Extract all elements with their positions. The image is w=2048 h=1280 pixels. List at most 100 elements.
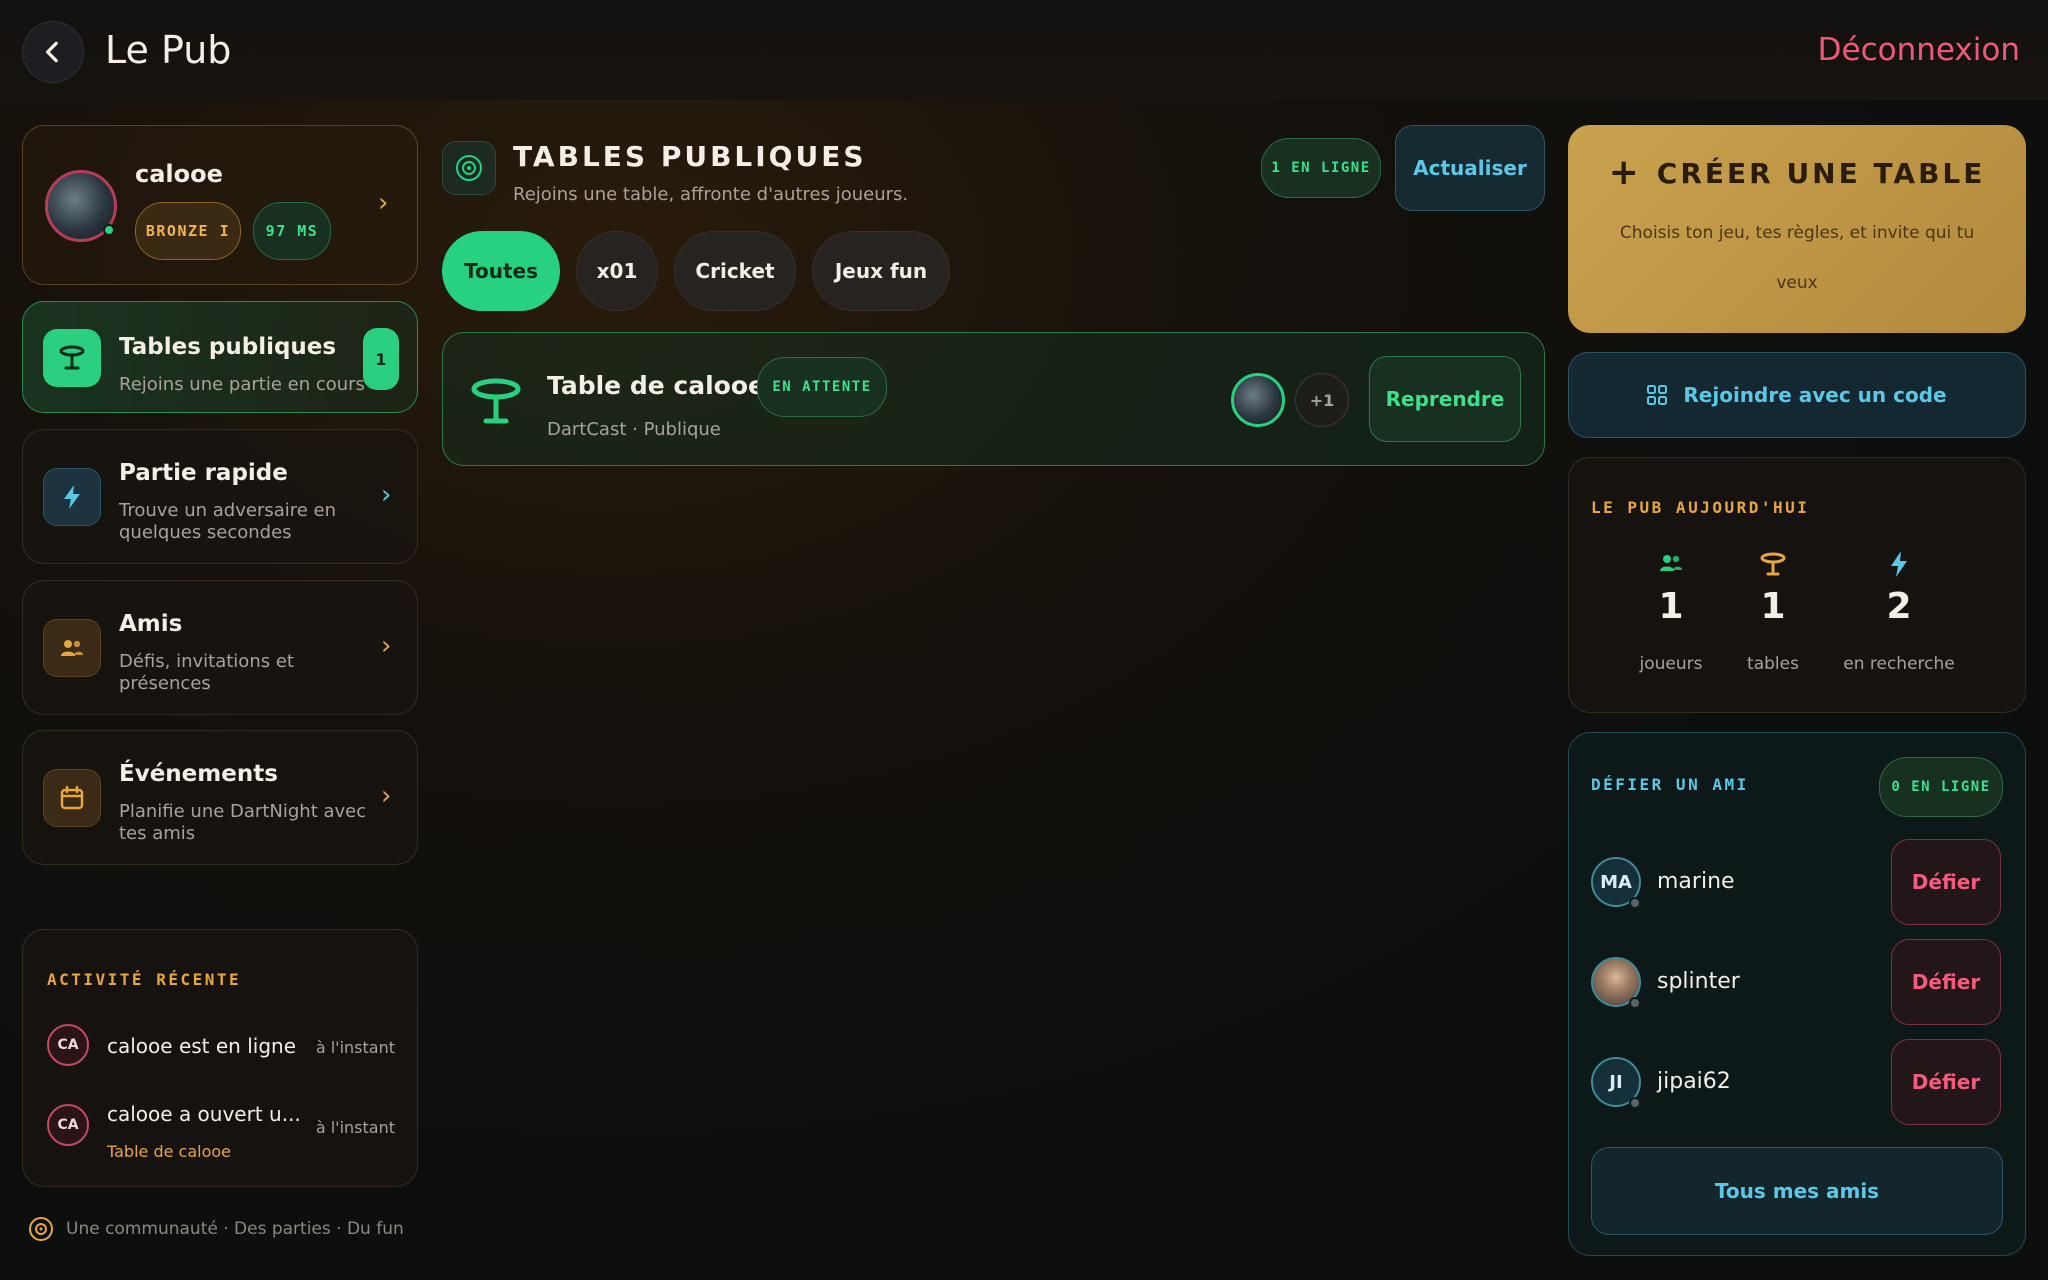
challenge-button[interactable]: Défier	[1891, 1039, 2001, 1125]
activity-link[interactable]: Table de calooe	[107, 1142, 231, 1161]
section-subtitle: Rejoins une table, affronte d'autres jou…	[513, 184, 909, 205]
challenge-button[interactable]: Défier	[1891, 839, 2001, 925]
avatar: CA	[47, 1024, 89, 1066]
stat-value: 2	[1886, 586, 1912, 627]
table-icon-container	[43, 329, 101, 387]
status-dot	[1629, 1097, 1641, 1109]
stat-value: 1	[1760, 586, 1786, 627]
sidebar-item-events[interactable]: Événements Planifie une DartNight avec t…	[22, 730, 418, 865]
online-badge: 0 EN LIGNE	[1879, 757, 2003, 817]
lightning-icon-container	[43, 468, 101, 526]
recent-activity-panel: ACTIVITÉ RÉCENTE CA calooe est en ligne …	[22, 929, 418, 1187]
filter-cricket[interactable]: Cricket	[674, 231, 796, 311]
online-indicator	[103, 224, 115, 236]
filter-x01[interactable]: x01	[576, 231, 658, 311]
stat-label: en recherche	[1843, 654, 1955, 674]
chevron-right-icon: ›	[381, 480, 392, 510]
ping-badge: 97 MS	[253, 202, 331, 260]
target-icon-container	[442, 141, 496, 195]
activity-time: à l'instant	[315, 1038, 395, 1057]
player-avatar	[1231, 373, 1285, 427]
activity-text: calooe est en ligne	[107, 1034, 296, 1058]
friends-icon-container	[43, 619, 101, 677]
sidebar-item-title: Partie rapide	[119, 460, 288, 486]
sidebar-item-subtitle: Planifie une DartNight avec	[119, 801, 367, 822]
create-table-desc: veux	[1776, 273, 1818, 293]
count-badge: 1	[363, 328, 399, 390]
table-app: DartCast	[547, 419, 627, 440]
create-table-title-row: + CRÉER UNE TABLE	[1568, 155, 2026, 191]
stat-label: tables	[1747, 654, 1799, 674]
top-bar	[0, 0, 2048, 100]
join-code-label: Rejoindre avec un code	[1683, 383, 1947, 407]
sidebar-item-subtitle: Trouve un adversaire en	[119, 500, 337, 521]
profile-username: calooe	[135, 160, 223, 188]
profile-card[interactable]: calooe BRONZE I 97 MS ›	[22, 125, 418, 285]
grid-icon	[1647, 385, 1668, 405]
chevron-right-icon: ›	[378, 188, 389, 218]
activity-time: à l'instant	[315, 1118, 395, 1137]
calendar-icon-container	[43, 769, 101, 827]
chevron-right-icon: ›	[381, 781, 392, 811]
section-title: DÉFIER UN AMI	[1591, 775, 1749, 794]
join-code-button[interactable]: Rejoindre avec un code	[1568, 352, 2026, 438]
table-row[interactable]: Table de calooe EN ATTENTE DartCast · Pu…	[442, 332, 1545, 466]
status-dot	[1629, 897, 1641, 909]
sidebar-item-title: Tables publiques	[119, 334, 337, 360]
section-title: ACTIVITÉ RÉCENTE	[47, 970, 242, 989]
calendar-icon	[60, 785, 84, 810]
plus-icon: +	[1608, 152, 1639, 193]
sidebar-item-quick-match[interactable]: Partie rapide Trouve un adversaire en qu…	[22, 429, 418, 564]
chevron-right-icon: ›	[381, 631, 392, 661]
sidebar-item-subtitle: présences	[119, 673, 211, 694]
challenge-button[interactable]: Défier	[1891, 939, 2001, 1025]
table-icon	[1760, 552, 1786, 576]
users-icon	[61, 640, 83, 656]
section-title: LE PUB AUJOURD'HUI	[1591, 498, 1810, 517]
footer-tagline: Une communauté · Des parties · Du fun	[66, 1219, 404, 1239]
challenge-friend-panel: DÉFIER UN AMI 0 EN LIGNE MA marine Défie…	[1568, 732, 2026, 1256]
logout-link[interactable]: Déconnexion	[1818, 32, 2020, 68]
back-button[interactable]	[22, 21, 84, 83]
filter-all[interactable]: Toutes	[442, 231, 560, 311]
sidebar-item-subtitle: tes amis	[119, 823, 196, 844]
page-title: Le Pub	[105, 28, 232, 72]
friend-name: marine	[1657, 869, 1735, 894]
create-table-title: CRÉER UNE TABLE	[1656, 156, 1986, 190]
sidebar-item-public-tables[interactable]: Tables publiques Rejoins une partie en c…	[22, 301, 418, 413]
sidebar-item-title: Événements	[119, 761, 278, 787]
target-icon	[456, 155, 482, 181]
sidebar-item-subtitle: quelques secondes	[119, 522, 292, 543]
separator: ·	[632, 419, 644, 440]
section-title: TABLES PUBLIQUES	[513, 140, 867, 173]
avatar: CA	[47, 1104, 89, 1146]
table-icon	[59, 345, 85, 370]
sidebar-item-subtitle: Défis, invitations et	[119, 651, 294, 672]
lightning-icon	[64, 485, 80, 509]
sidebar-item-subtitle: Rejoins une partie en cours	[119, 374, 365, 395]
rank-badge: BRONZE I	[135, 202, 241, 260]
lightning-icon	[1891, 551, 1907, 577]
sidebar-item-friends[interactable]: Amis Défis, invitations et présences ›	[22, 580, 418, 715]
status-dot	[1629, 997, 1641, 1009]
all-friends-button[interactable]: Tous mes amis	[1591, 1147, 2003, 1235]
pub-today-panel: LE PUB AUJOURD'HUI 1 joueurs 1 tables 2 …	[1568, 457, 2026, 713]
users-icon	[1660, 555, 1682, 571]
resume-button[interactable]: Reprendre	[1369, 356, 1521, 442]
friend-name: splinter	[1657, 969, 1740, 994]
footer: Une communauté · Des parties · Du fun	[28, 1216, 404, 1242]
target-icon	[29, 1217, 53, 1241]
stat-value: 1	[1658, 586, 1684, 627]
table-visibility: Publique	[643, 419, 721, 440]
create-table-desc: Choisis ton jeu, tes règles, et invite q…	[1619, 223, 1975, 243]
sidebar-item-title: Amis	[119, 611, 183, 637]
friend-name: jipai62	[1657, 1069, 1731, 1094]
chevron-left-icon	[45, 41, 58, 63]
filter-fun-games[interactable]: Jeux fun	[812, 231, 950, 311]
refresh-button[interactable]: Actualiser	[1395, 125, 1545, 211]
online-badge: 1 EN LIGNE	[1261, 138, 1381, 198]
create-table-button[interactable]: + CRÉER UNE TABLE Choisis ton jeu, tes r…	[1568, 125, 2026, 333]
extra-players-badge: +1	[1295, 373, 1349, 427]
table-icon	[471, 378, 521, 424]
status-badge: EN ATTENTE	[757, 357, 887, 417]
